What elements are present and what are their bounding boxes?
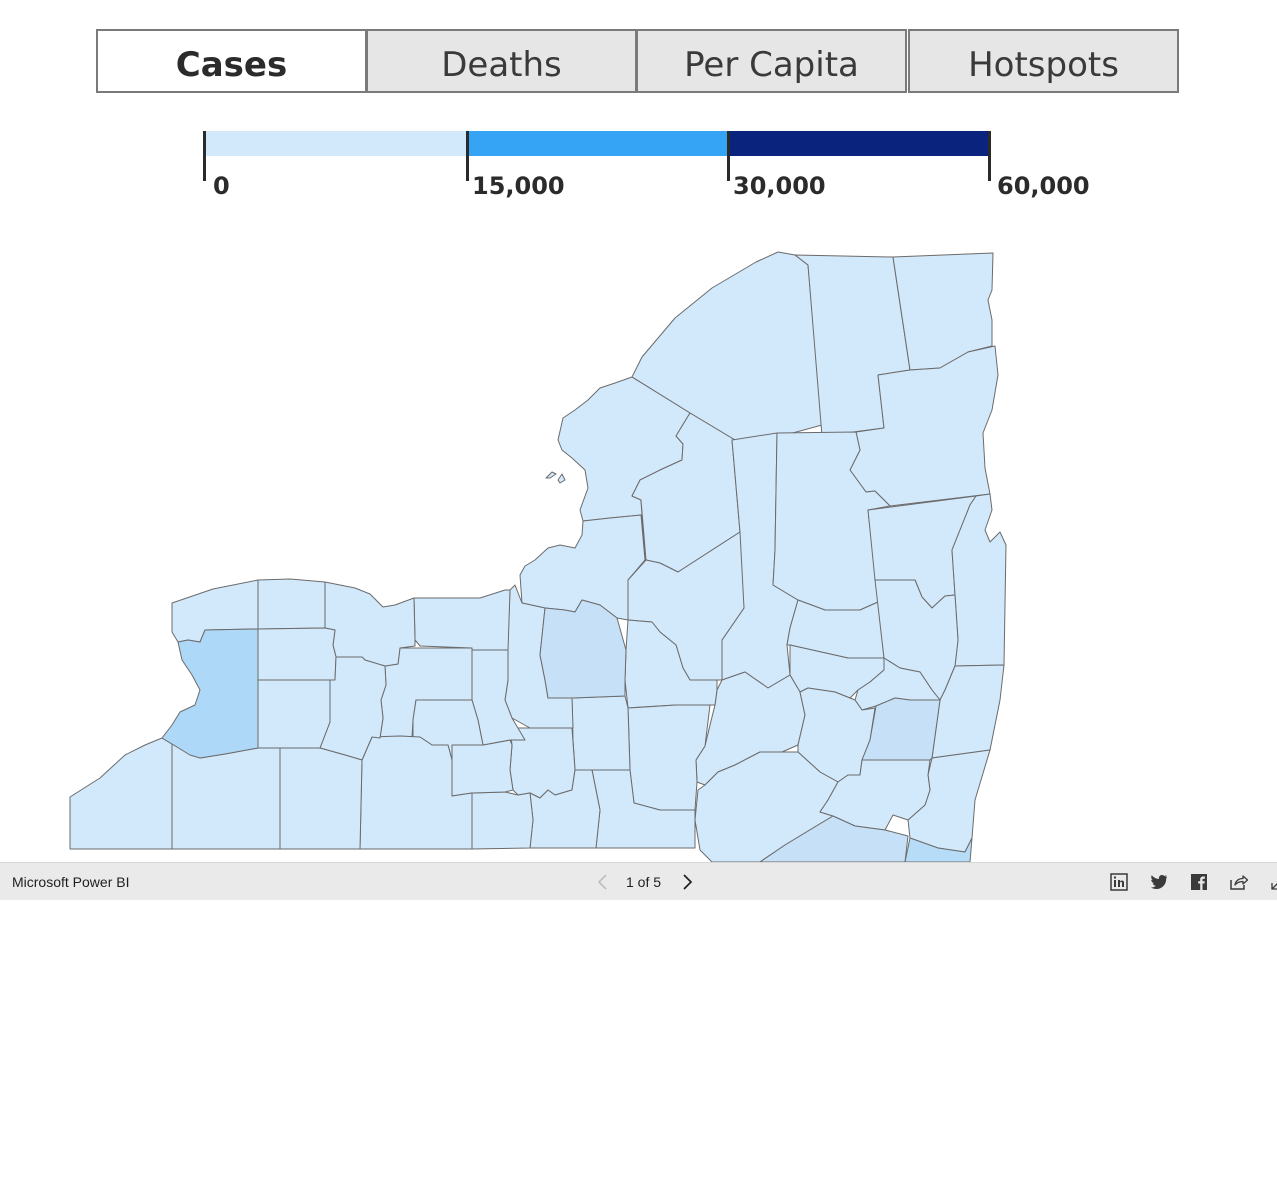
island-region: [545, 471, 557, 479]
county-region[interactable]: [571, 695, 631, 771]
county-region[interactable]: [257, 578, 326, 630]
county-region-highlight[interactable]: [161, 628, 259, 759]
share-icon[interactable]: [1228, 871, 1250, 893]
county-region[interactable]: [257, 679, 331, 749]
report-canvas: Cases Deaths Per Capita Hotspots 0 15,00…: [0, 0, 1277, 862]
report-footer: Microsoft Power BI 1 of 5: [0, 862, 1277, 900]
facebook-icon[interactable]: [1188, 871, 1210, 893]
page-indicator: 1 of 5: [626, 874, 662, 890]
county-region[interactable]: [451, 739, 514, 797]
county-region[interactable]: [171, 743, 281, 850]
expand-icon[interactable]: [1268, 871, 1277, 893]
linkedin-icon[interactable]: [1108, 871, 1130, 893]
page-navigator: 1 of 5: [590, 869, 700, 895]
county-region[interactable]: [413, 589, 511, 651]
twitter-icon[interactable]: [1148, 871, 1170, 893]
county-map: [69, 251, 1007, 862]
next-page-icon[interactable]: [676, 871, 698, 893]
previous-page-icon[interactable]: [592, 871, 614, 893]
county-region-highlight[interactable]: [861, 697, 941, 761]
county-region[interactable]: [69, 737, 173, 850]
county-region[interactable]: [279, 747, 363, 850]
power-bi-brand-link[interactable]: Microsoft Power BI: [12, 874, 129, 890]
county-region[interactable]: [471, 791, 534, 850]
county-region-highlight[interactable]: [539, 599, 627, 699]
county-region[interactable]: [257, 627, 337, 681]
island-region: [557, 473, 566, 484]
